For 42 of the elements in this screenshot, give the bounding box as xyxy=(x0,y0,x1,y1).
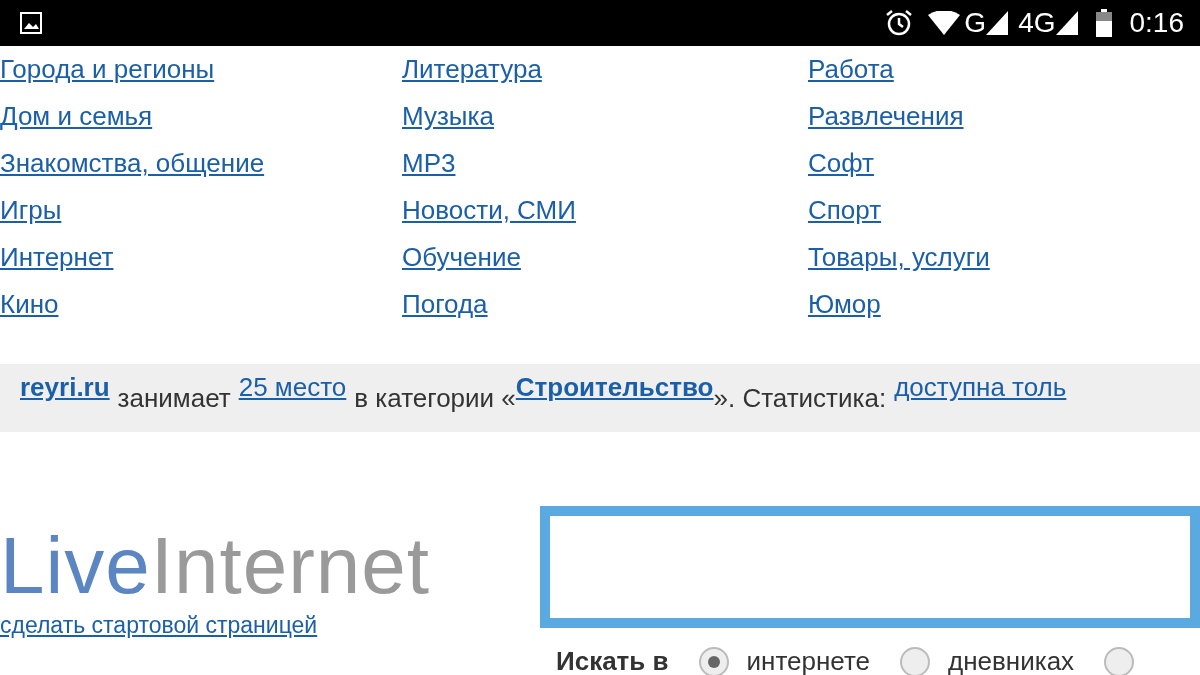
category-link[interactable]: Обучение xyxy=(402,234,521,281)
search-label: Искать в xyxy=(556,646,669,675)
battery-icon xyxy=(1095,9,1112,37)
category-link[interactable]: Работа xyxy=(808,46,894,93)
rating-text: в категории « xyxy=(354,382,516,414)
wifi-icon xyxy=(928,11,961,35)
signal-icon xyxy=(1055,11,1078,35)
category-link[interactable]: Литература xyxy=(402,46,542,93)
category-link[interactable]: Интернет xyxy=(0,234,114,281)
place-link[interactable]: 25 место xyxy=(238,364,347,411)
category-link[interactable]: Развлечения xyxy=(808,93,964,140)
signal-icon xyxy=(986,11,1009,35)
site-logo: LiveInternet xyxy=(0,526,432,606)
category-link[interactable]: Знакомства, общение xyxy=(0,140,265,187)
category-link[interactable]: Города и регионы xyxy=(0,46,215,93)
site-link[interactable]: reyri.ru xyxy=(20,364,110,411)
category-link[interactable]: Кино xyxy=(0,281,59,328)
statistics-link[interactable]: доступна толь xyxy=(894,364,1067,411)
category-link[interactable]: Погода xyxy=(402,281,488,328)
category-link[interactable]: Спорт xyxy=(808,187,882,234)
radio-button[interactable] xyxy=(1104,646,1135,675)
radio-button[interactable] xyxy=(698,646,729,675)
category-link[interactable]: Игры xyxy=(0,187,62,234)
category-link[interactable]: Музыка xyxy=(402,93,494,140)
rating-text: занимает xyxy=(117,382,231,414)
category-link[interactable]: Товары, услуги xyxy=(808,234,990,281)
clock-time: 0:16 xyxy=(1129,7,1184,39)
image-icon xyxy=(20,12,42,34)
radio-button[interactable] xyxy=(900,646,930,675)
radio-label: интернете xyxy=(746,646,870,675)
category-link[interactable]: Дом и семья xyxy=(0,93,153,140)
category-link[interactable]: Строительство xyxy=(515,364,714,411)
start-page-link[interactable]: сделать стартовой страницей xyxy=(0,612,318,639)
category-link[interactable]: MP3 xyxy=(402,140,456,187)
network-label: 4G xyxy=(1018,7,1056,39)
rating-text: ». Статистика: xyxy=(713,382,887,414)
category-link[interactable]: Новости, СМИ xyxy=(402,187,576,234)
radio-label: дневниках xyxy=(948,646,1075,675)
search-field[interactable] xyxy=(540,506,1200,628)
network-label: G xyxy=(964,7,987,39)
category-link[interactable]: Софт xyxy=(808,140,874,187)
category-link[interactable]: Юмор xyxy=(808,281,881,328)
